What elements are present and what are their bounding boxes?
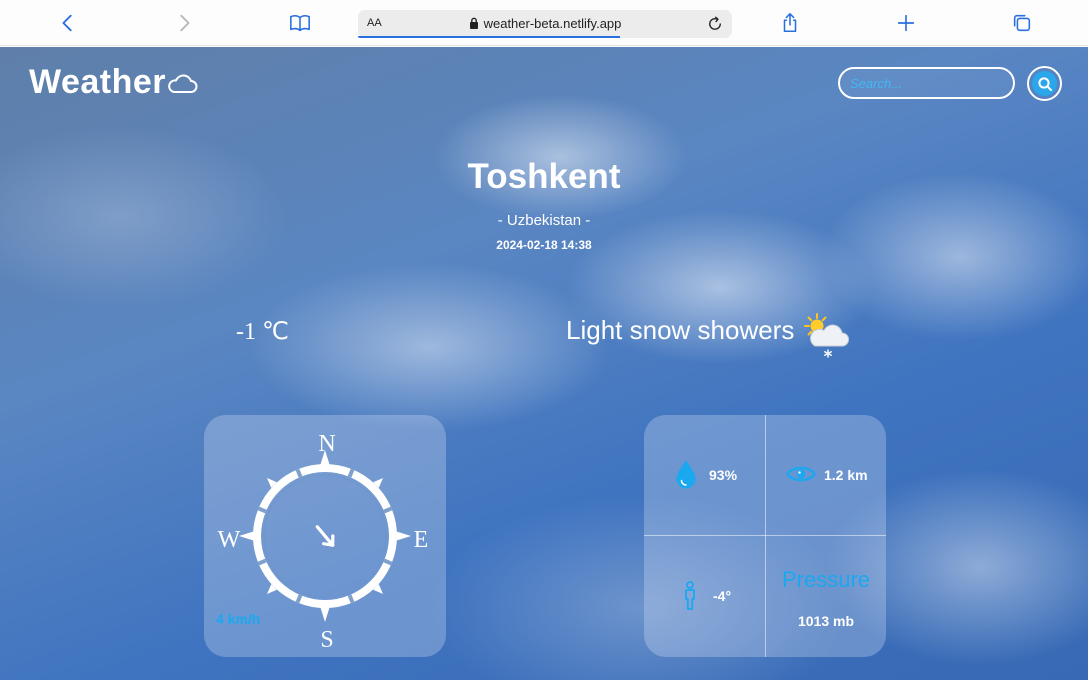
condition-text: Light snow showers bbox=[566, 315, 795, 345]
snow-showers-icon bbox=[804, 313, 849, 358]
bookmarks-button[interactable] bbox=[288, 11, 312, 35]
local-datetime: 2024-02-18 14:38 bbox=[496, 238, 592, 252]
pressure-label: Pressure bbox=[781, 567, 871, 592]
forward-button[interactable] bbox=[172, 11, 196, 35]
lock-icon bbox=[469, 17, 478, 29]
pressure-value: 1013 mb bbox=[797, 613, 855, 629]
visibility-value: 1.2 km bbox=[824, 467, 868, 483]
country-name: - Uzbekistan - bbox=[497, 212, 591, 229]
person-icon bbox=[685, 581, 695, 610]
site-logo[interactable]: Weather bbox=[29, 63, 198, 102]
city-name: Toshkent bbox=[467, 157, 621, 196]
search-icon bbox=[1037, 76, 1052, 91]
plus-icon bbox=[897, 14, 915, 32]
url-text: weather-beta.netlify.app bbox=[483, 16, 622, 31]
reload-icon bbox=[709, 16, 721, 30]
tabs-icon bbox=[1013, 14, 1031, 32]
wind-compass-card: N S E W 4 km/h bbox=[204, 415, 446, 657]
reload-button[interactable] bbox=[706, 15, 724, 38]
compass-east-label: E bbox=[414, 527, 429, 553]
divider bbox=[644, 535, 886, 536]
compass-south-label: S bbox=[320, 627, 333, 653]
compass-north-label: N bbox=[318, 431, 335, 457]
share-button[interactable] bbox=[778, 11, 802, 35]
address-bar[interactable]: AA weather-beta.netlify.app bbox=[358, 10, 732, 38]
tabs-overview-button[interactable] bbox=[1010, 11, 1034, 35]
weather-stats-card: 93% 1.2 km -4° Pressure 1013 mb bbox=[644, 415, 886, 657]
humidity-value: 93% bbox=[709, 467, 738, 483]
weather-page: Weather Toshkent - Uzbekistan - 2024-02-… bbox=[0, 47, 1088, 680]
share-icon bbox=[783, 13, 797, 33]
wind-speed: 4 km/h bbox=[216, 611, 261, 627]
page-load-progress bbox=[358, 36, 620, 38]
browser-toolbar: AA weather-beta.netlify.app bbox=[0, 0, 1088, 46]
search-button[interactable] bbox=[1027, 66, 1062, 101]
compass-west-label: W bbox=[218, 527, 241, 553]
search-input[interactable] bbox=[838, 67, 1015, 99]
visibility-eye-icon bbox=[786, 466, 816, 482]
new-tab-button[interactable] bbox=[894, 11, 918, 35]
humidity-drop-icon bbox=[676, 460, 696, 489]
temperature: -1 ℃ bbox=[236, 319, 289, 345]
book-icon bbox=[290, 15, 310, 32]
chevron-right-icon bbox=[180, 14, 190, 32]
feels-like-value: -4° bbox=[713, 588, 732, 604]
cloud-icon bbox=[168, 74, 198, 93]
chevron-left-icon bbox=[62, 14, 72, 32]
back-button[interactable] bbox=[56, 11, 80, 35]
